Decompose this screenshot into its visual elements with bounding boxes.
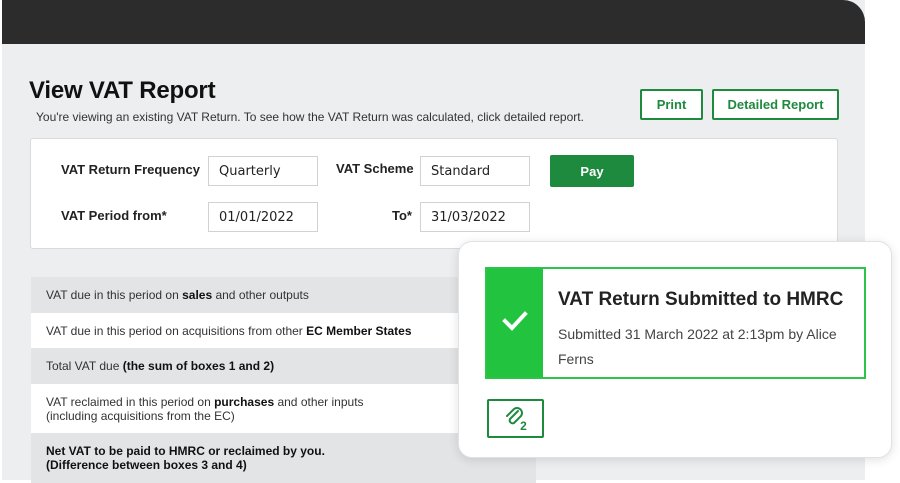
notification-text: Submitted 31 March 2022 at 2:13pm by Ali… <box>558 326 837 367</box>
print-button[interactable]: Print <box>640 89 703 120</box>
top-bar <box>2 0 865 44</box>
checkmark-icon <box>502 310 528 337</box>
success-bar <box>487 269 543 377</box>
attachments-button[interactable]: 2 <box>487 399 544 438</box>
scheme-field[interactable]: Standard <box>420 156 530 186</box>
notification-title: VAT Return Submitted to HMRC <box>558 289 844 310</box>
pay-button[interactable]: Pay <box>550 155 634 187</box>
period-from-field[interactable]: 01/01/2022 <box>208 202 318 232</box>
page-subtitle: You're viewing an existing VAT Return. T… <box>36 110 584 124</box>
frequency-field[interactable]: Quarterly <box>208 156 318 186</box>
period-to-label: To* <box>392 208 412 223</box>
period-to-field[interactable]: 31/03/2022 <box>420 202 530 232</box>
scheme-label: VAT Scheme <box>336 161 414 176</box>
page-title: View VAT Report <box>29 77 216 104</box>
detailed-report-button[interactable]: Detailed Report <box>712 89 839 120</box>
period-from-label: VAT Period from* <box>61 208 167 223</box>
frequency-label: VAT Return Frequency <box>61 162 200 177</box>
success-notification: VAT Return Submitted to HMRC Submitted 3… <box>485 267 866 379</box>
vat-details-card <box>30 138 838 249</box>
attachment-count: 2 <box>520 418 527 433</box>
